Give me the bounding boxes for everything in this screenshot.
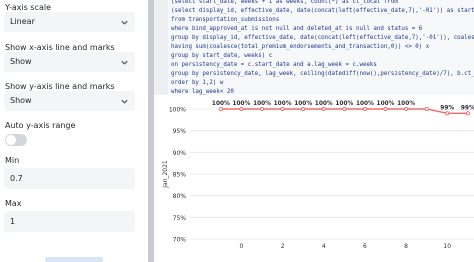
data-point <box>424 106 429 112</box>
chevron-down-icon <box>121 60 128 65</box>
data-label: 100% <box>397 101 415 107</box>
code-line: having sum(coalesce(total_premium_endors… <box>171 44 430 50</box>
line-chart: 100% 95% 90% 85% 80% 75% 70% Jan_2021 0 2 4 6 8 10 100… <box>154 95 474 262</box>
auto-y-range-label: Auto y-axis range <box>5 121 76 130</box>
data-point <box>404 106 409 112</box>
data-point <box>342 106 347 112</box>
code-line: order by 1,2) w <box>171 80 224 86</box>
code-line: group by display_id, effective_date, dat… <box>171 35 474 41</box>
data-label: 99% <box>461 105 474 111</box>
code-line: on persistency_date = c.start_date and a… <box>171 62 377 68</box>
x-tick-label: 2 <box>281 243 285 250</box>
y-tick-label: 70% <box>173 237 187 244</box>
data-label: 100% <box>356 101 374 107</box>
data-point <box>218 106 223 112</box>
min-input[interactable]: 0.7 <box>4 168 135 189</box>
data-label: 100% <box>253 101 271 107</box>
x-tick-label: 0 <box>240 243 244 250</box>
y-tick-label: 95% <box>173 128 187 135</box>
min-label: Min <box>5 156 20 165</box>
x-tick-label: 4 <box>322 243 326 250</box>
data-label: 100% <box>335 101 353 107</box>
code-line: (select display_id, effective_date, date… <box>171 8 474 14</box>
panel-action-button-edge[interactable] <box>45 257 103 262</box>
code-line: where bind_approved_at is not null and d… <box>171 26 423 32</box>
data-label: 100% <box>315 101 333 107</box>
max-value: 1 <box>10 217 16 226</box>
visualization-settings-panel: Y-axis scale Linear Show x-axis line and… <box>0 0 148 262</box>
x-tick-label: 10 <box>443 243 451 250</box>
x-tick-label: 6 <box>363 243 367 250</box>
data-label: 100% <box>294 101 312 107</box>
data-point <box>321 106 326 112</box>
y-axis-scale-label: Y-axis scale <box>5 3 52 12</box>
show-y-axis-select[interactable]: Show <box>4 91 135 111</box>
y-axis-label: Jan_2021 <box>162 160 169 189</box>
y-tick-label: 100% <box>169 107 186 114</box>
data-point <box>301 106 306 112</box>
show-x-axis-value: Show <box>10 57 32 66</box>
show-y-axis-label: Show y-axis line and marks <box>5 82 115 91</box>
show-x-axis-select[interactable]: Show <box>4 52 135 72</box>
y-tick-label: 90% <box>173 150 187 157</box>
data-point <box>362 106 367 112</box>
chevron-down-icon <box>121 99 128 104</box>
data-point <box>383 106 388 112</box>
auto-y-range-toggle[interactable] <box>5 134 27 146</box>
toggle-knob <box>6 135 16 145</box>
y-tick-label: 80% <box>173 193 187 200</box>
code-line: group by start_date, weeks) c <box>171 53 273 59</box>
code-line: from transportation_submissions <box>171 17 280 23</box>
data-point <box>259 106 265 112</box>
query-builder-window: Y-axis scale Linear Show x-axis line and… <box>0 0 474 262</box>
data-label: 100% <box>232 101 250 107</box>
data-label: 100% <box>212 101 230 107</box>
chevron-down-icon <box>121 20 128 25</box>
data-label: 100% <box>274 101 292 107</box>
x-tick-label: 8 <box>404 243 408 250</box>
code-line: group by persistency_date, lag_week, cei… <box>171 71 474 77</box>
sql-editor[interactable]: (select start_date, weeks + 1 as weeks, … <box>154 0 474 95</box>
max-label: Max <box>5 199 22 208</box>
y-axis-scale-value: Linear <box>10 17 35 26</box>
data-label: 99% <box>440 105 454 111</box>
min-value: 0.7 <box>10 174 23 183</box>
y-tick-label: 75% <box>173 215 187 222</box>
data-point <box>465 111 470 116</box>
data-point <box>445 111 450 116</box>
max-input[interactable]: 1 <box>4 211 135 232</box>
code-line: where lag_week< 20 <box>171 89 234 95</box>
show-x-axis-label: Show x-axis line and marks <box>5 43 115 52</box>
y-axis-scale-select[interactable]: Linear <box>4 12 135 32</box>
code-line: (select start_date, weeks + 1 as weeks, … <box>171 0 398 5</box>
y-tick-label: 85% <box>173 172 187 179</box>
data-point <box>280 106 285 112</box>
data-label: 100% <box>377 101 395 107</box>
show-y-axis-value: Show <box>10 96 32 105</box>
data-point <box>239 106 244 112</box>
line-number-gutter <box>154 0 168 95</box>
